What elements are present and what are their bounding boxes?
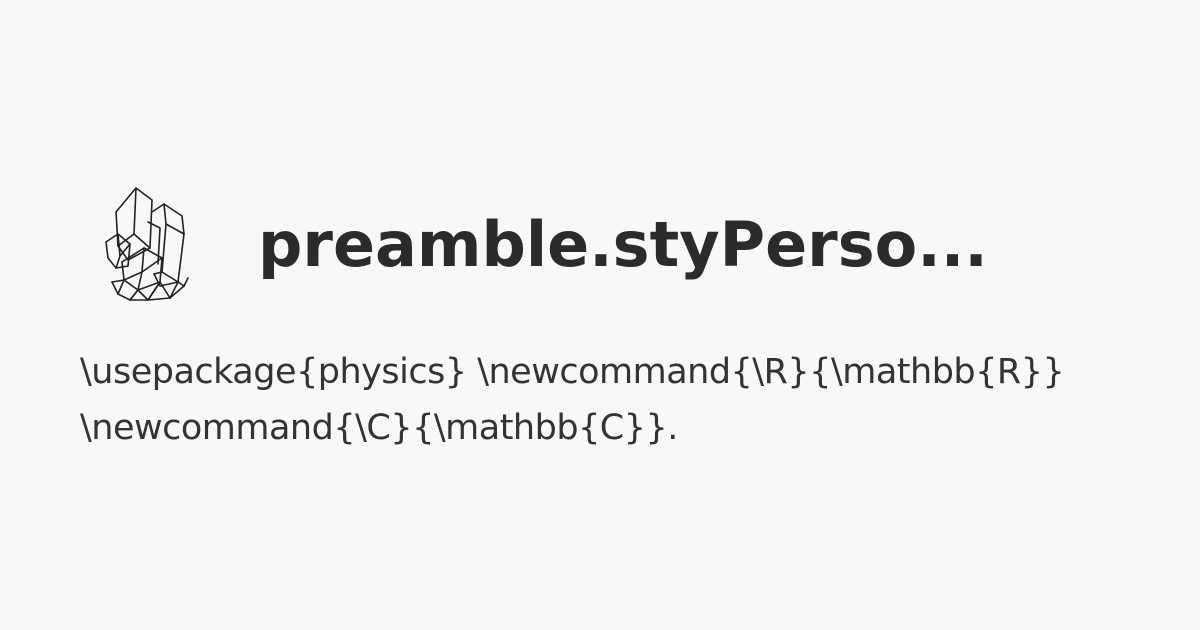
description-text: \usepackage{physics} \newcommand{\R}{\ma… <box>80 352 1065 448</box>
crystal-logo-icon <box>100 182 192 304</box>
preview-card: preamble.styPerso... \usepackage{physics… <box>0 0 1200 630</box>
page-title: preamble.styPerso... <box>258 208 988 281</box>
